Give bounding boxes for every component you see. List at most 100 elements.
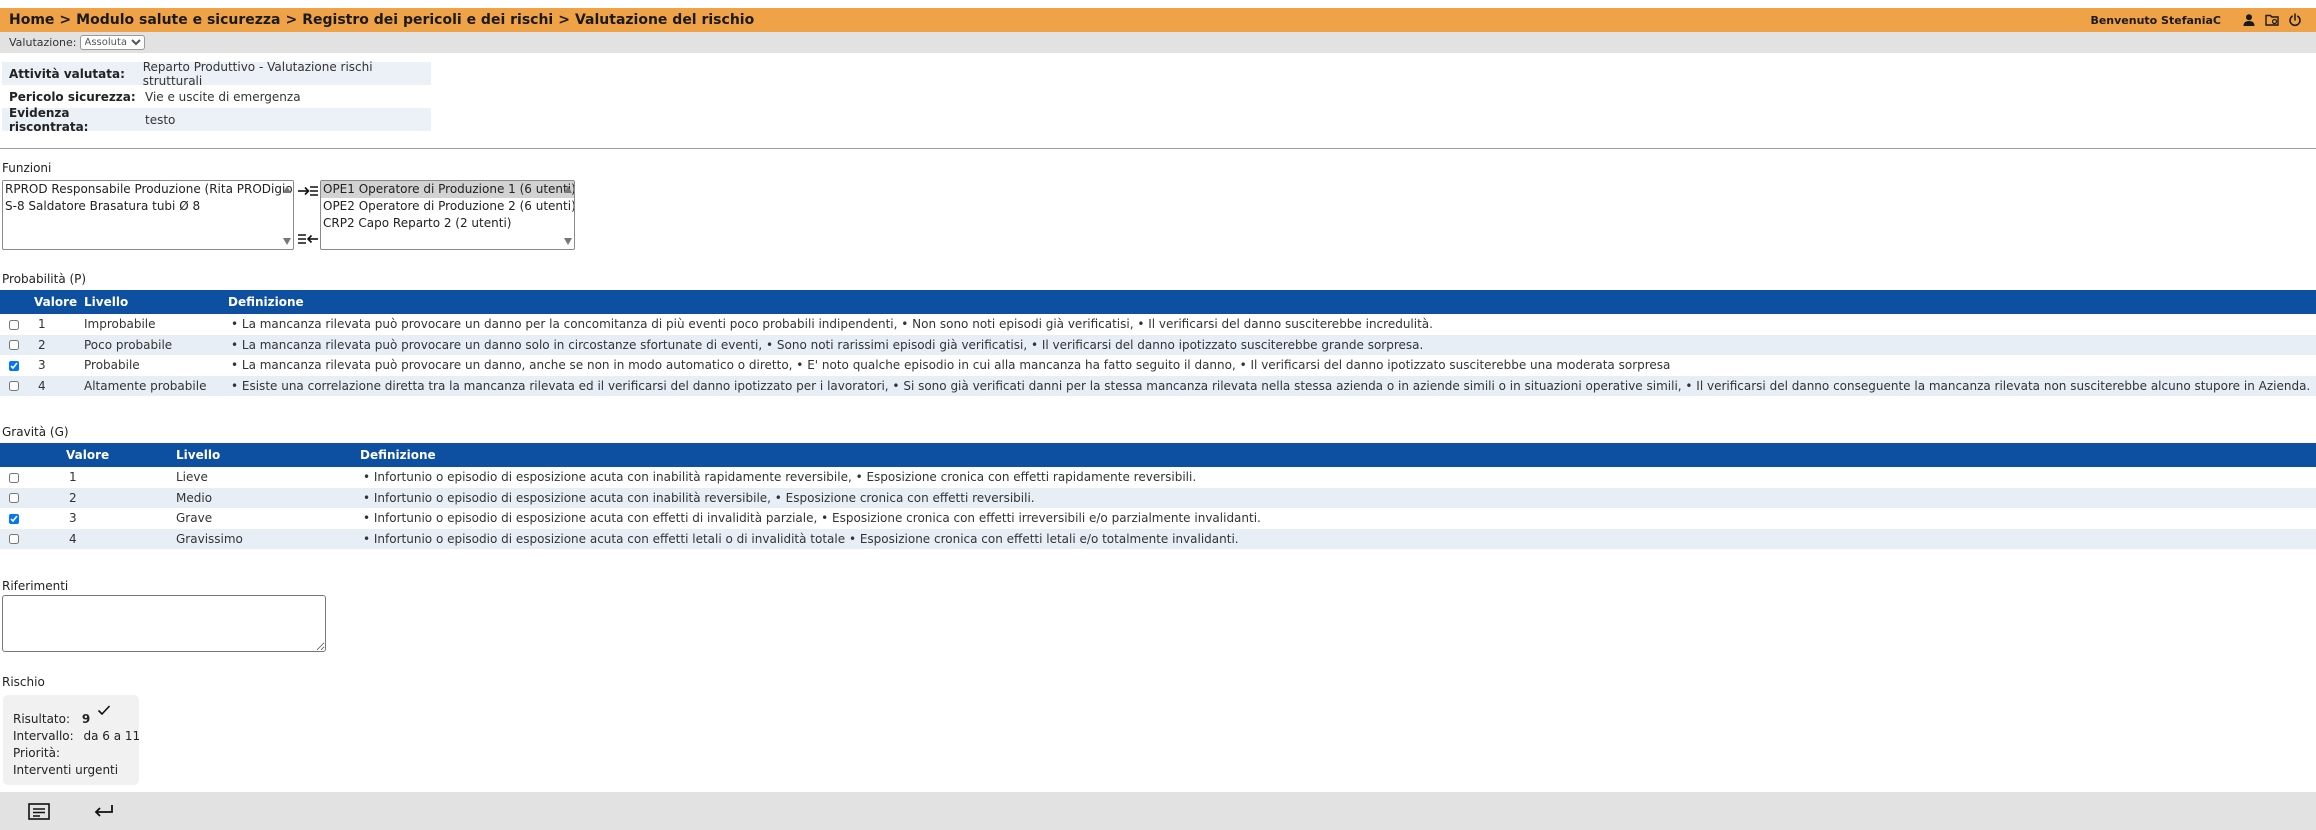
table-row[interactable]: 4 Gravissimo • Infortunio o episodio di … [0, 528, 2316, 549]
valore-cell: 4 [34, 375, 84, 396]
gravita-table: Valore Livello Definizione 1 Lieve • Inf… [0, 443, 2316, 549]
definizione-cell: • Infortunio o episodio di esposizione a… [363, 511, 1261, 526]
table-header-row: Valore Livello Definizione [0, 290, 2316, 314]
column-header: Livello [84, 290, 228, 314]
column-header: Livello [176, 443, 360, 467]
risultato-value: 9 [81, 712, 91, 726]
rischio-box: Risultato: 9 Intervallo: da 6 a 11 Prior… [3, 695, 140, 785]
definizione-cell: • Infortunio o episodio di esposizione a… [363, 470, 1197, 485]
intervallo-line: Intervallo: da 6 a 11 [13, 729, 140, 743]
definizione-cell: • Esiste una correlazione diretta tra la… [228, 375, 2316, 396]
evidenza-value: testo [145, 112, 176, 127]
info-panel: Attività valutata: Reparto Produttivo - … [2, 59, 431, 134]
breadcrumb-separator: > [59, 12, 72, 28]
funzioni-title: Funzioni [2, 161, 52, 175]
header-right: Benvenuto StefaniaC [2090, 8, 2302, 32]
back-arrow-icon[interactable] [92, 801, 116, 821]
evidenza-row: Evidenza riscontrata: testo [2, 105, 431, 134]
list-item[interactable]: CRP2 Capo Reparto 2 (2 utenti) [321, 215, 574, 232]
rischio-title: Rischio [2, 675, 45, 689]
livello-cell: Lieve [176, 470, 208, 485]
power-icon[interactable] [2288, 13, 2302, 27]
row-checkbox[interactable] [9, 319, 19, 330]
column-header: Valore [34, 290, 84, 314]
pericolo-value: Vie e uscite di emergenza [145, 89, 301, 104]
column-header: Valore [66, 443, 176, 467]
definizione-cell: • Infortunio o episodio di esposizione a… [360, 528, 2316, 549]
livello-cell: Gravissimo [176, 528, 360, 549]
attivita-row: Attività valutata: Reparto Produttivo - … [2, 59, 431, 88]
column-header: Definizione [360, 443, 2316, 467]
breadcrumb-current: Valutazione del rischio [574, 12, 755, 28]
livello-cell: Grave [176, 511, 213, 526]
table-header-row: Valore Livello Definizione [0, 443, 2316, 467]
list-item[interactable]: RPROD Responsabile Produzione (Rita PROD… [3, 181, 293, 198]
row-checkbox[interactable] [9, 513, 19, 524]
valore-cell: 3 [69, 511, 77, 526]
valore-cell: 1 [38, 317, 46, 332]
livello-cell: Altamente probabile [84, 375, 228, 396]
breadcrumb: Home > Modulo salute e sicurezza > Regis… [9, 12, 754, 28]
row-checkbox[interactable] [9, 360, 19, 371]
list-item[interactable]: OPE2 Operatore di Produzione 2 (6 utenti… [321, 198, 574, 215]
top-bar: Home > Modulo salute e sicurezza > Regis… [0, 8, 2316, 32]
welcome-text: Benvenuto StefaniaC [2090, 13, 2221, 27]
pericolo-label: Pericolo sicurezza: [9, 89, 136, 104]
list-item[interactable]: S-8 Saldatore Brasatura tubi Ø 8 [3, 198, 293, 215]
valutazione-select[interactable]: Assoluta [79, 35, 145, 50]
table-row[interactable]: 3 Probabile • La mancanza rilevata può p… [0, 355, 2316, 376]
move-right-icon[interactable] [297, 184, 319, 198]
risultato-line: Risultato: 9 [13, 712, 90, 726]
row-checkbox[interactable] [9, 534, 19, 545]
table-row[interactable]: 2 Poco probabile • La mancanza rilevata … [0, 334, 2316, 355]
scrollbar[interactable] [563, 183, 573, 247]
move-left-icon[interactable] [297, 232, 319, 246]
row-checkbox[interactable] [9, 493, 19, 504]
column-header: Definizione [228, 290, 2316, 314]
livello-cell: Medio [176, 487, 360, 508]
footer-bar [0, 792, 2316, 830]
row-checkbox[interactable] [9, 340, 19, 351]
breadcrumb-home[interactable]: Home [9, 12, 54, 28]
user-icon[interactable] [2242, 13, 2256, 27]
list-item[interactable]: OPE1 Operatore di Produzione 1 (6 utenti… [321, 181, 574, 198]
attivita-label: Attività valutata: [9, 66, 125, 81]
funzioni-available-list[interactable]: RPROD Responsabile Produzione (Rita PROD… [2, 180, 294, 250]
table-row[interactable]: 1 Improbabile • La mancanza rilevata può… [0, 314, 2316, 335]
definizione-cell: • La mancanza rilevata può provocare un … [231, 358, 1671, 373]
gravita-title: Gravità (G) [2, 425, 69, 439]
valutazione-bar: Valutazione: Assoluta [0, 32, 2316, 53]
definizione-cell: • Infortunio o episodio di esposizione a… [360, 487, 2316, 508]
riferimenti-title: Riferimenti [2, 579, 69, 593]
table-row[interactable]: 1 Lieve • Infortunio o episodio di espos… [0, 467, 2316, 488]
priorita-value: Interventi urgenti [13, 763, 119, 777]
row-checkbox[interactable] [9, 381, 19, 392]
breadcrumb-separator: > [558, 12, 570, 28]
breadcrumb-separator: > [285, 12, 298, 28]
valore-cell: 1 [69, 470, 77, 485]
divider [0, 148, 2316, 149]
risultato-label: Risultato: [13, 712, 71, 726]
riferimenti-textarea[interactable] [2, 595, 326, 652]
probabilita-table: Valore Livello Definizione 1 Improbabile… [0, 290, 2316, 396]
valore-cell: 2 [66, 487, 176, 508]
scrollbar[interactable] [282, 183, 292, 247]
valore-cell: 2 [34, 334, 84, 355]
breadcrumb-registro[interactable]: Registro dei pericoli e dei rischi [302, 12, 553, 28]
probabilita-title: Probabilità (P) [2, 272, 87, 286]
save-document-icon[interactable] [27, 801, 51, 821]
funzioni-selected-list[interactable]: OPE1 Operatore di Produzione 1 (6 utenti… [320, 180, 575, 250]
table-row[interactable]: 3 Grave • Infortunio o episodio di espos… [0, 508, 2316, 529]
folder-settings-icon[interactable] [2265, 13, 2279, 27]
definizione-cell: • La mancanza rilevata può provocare un … [231, 317, 1433, 332]
row-checkbox[interactable] [9, 472, 19, 483]
livello-cell: Poco probabile [84, 334, 228, 355]
valore-cell: 3 [38, 358, 46, 373]
evidenza-label: Evidenza riscontrata: [9, 105, 89, 134]
attivita-value: Reparto Produttivo - Valutazione rischi … [142, 59, 373, 88]
breadcrumb-modulo[interactable]: Modulo salute e sicurezza [76, 12, 280, 28]
livello-cell: Probabile [84, 358, 140, 373]
priorita-label: Priorità: [13, 746, 61, 760]
table-row[interactable]: 4 Altamente probabile • Esiste una corre… [0, 375, 2316, 396]
table-row[interactable]: 2 Medio • Infortunio o episodio di espos… [0, 487, 2316, 508]
